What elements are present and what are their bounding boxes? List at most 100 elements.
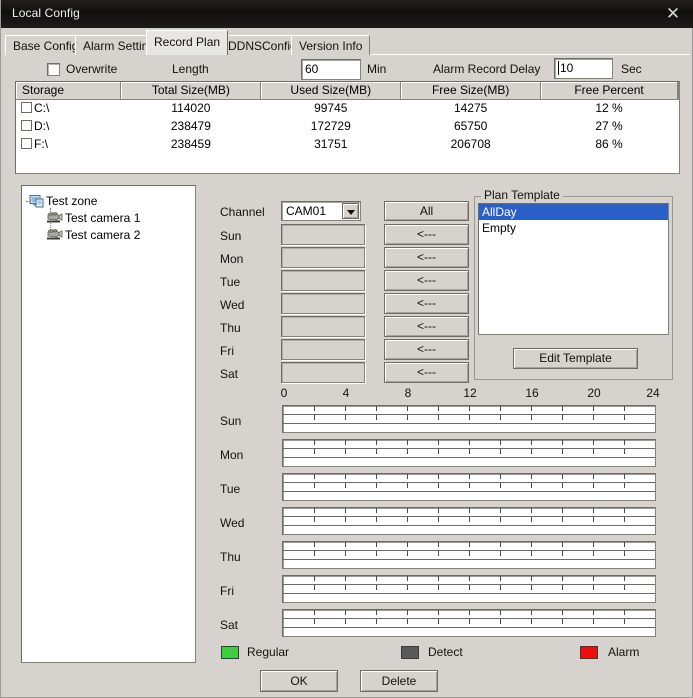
hour-label-12: 12 bbox=[463, 386, 477, 400]
timeline-day-label-sat: Sat bbox=[220, 618, 239, 632]
delete-button[interactable]: Delete bbox=[360, 670, 438, 692]
day-plan-field-fri[interactable] bbox=[281, 339, 365, 360]
length-label: Length bbox=[172, 62, 209, 76]
free-size-cell: 65750 bbox=[453, 119, 488, 133]
record-options-row: Overwrite Length 60 Min Alarm Record Del… bbox=[1, 58, 693, 82]
free-percent-cell: 86 % bbox=[595, 137, 623, 151]
hour-label-4: 4 bbox=[342, 386, 350, 400]
legend-label-regular: Regular bbox=[247, 645, 290, 659]
copy-button-thu[interactable]: <--- bbox=[384, 316, 469, 337]
drive-label: F:\ bbox=[34, 137, 48, 151]
timeline-day-label-thu: Thu bbox=[220, 550, 241, 564]
timeline-row-sun[interactable] bbox=[282, 405, 656, 433]
column-header-free-percent[interactable]: Free Percent bbox=[540, 82, 678, 100]
local-config-dialog: Local Config ✕ Base Config Alarm Setting… bbox=[0, 0, 693, 698]
all-button[interactable]: All bbox=[384, 201, 469, 221]
day-plan-field-thu[interactable] bbox=[281, 316, 365, 337]
storage-drive-cell[interactable]: C:\ bbox=[16, 99, 121, 117]
alarm-record-delay-input[interactable]: 10 bbox=[554, 58, 613, 79]
plan-template-group: Plan Template AllDay Empty Edit Template bbox=[474, 188, 673, 380]
copy-button-sat[interactable]: <--- bbox=[384, 362, 469, 383]
hour-label-16: 16 bbox=[525, 386, 539, 400]
tab-version-info[interactable]: Version Info bbox=[291, 35, 371, 55]
day-plan-field-sat[interactable] bbox=[281, 362, 365, 383]
column-header-total-size[interactable]: Total Size(MB) bbox=[120, 82, 262, 100]
list-item[interactable]: Empty bbox=[479, 220, 668, 236]
close-icon[interactable]: ✕ bbox=[660, 3, 686, 25]
tab-record-plan[interactable]: Record Plan bbox=[146, 30, 229, 55]
day-label-wed: Wed bbox=[220, 298, 245, 312]
day-label-thu: Thu bbox=[220, 321, 241, 335]
plan-template-list[interactable]: AllDay Empty bbox=[478, 203, 669, 335]
column-header-free-size[interactable]: Free Size(MB) bbox=[400, 82, 542, 100]
legend-swatch-detect bbox=[401, 646, 419, 659]
row-checkbox[interactable] bbox=[21, 102, 32, 114]
tab-strip: Base Config Alarm Setting Record Plan DD… bbox=[5, 30, 690, 56]
hour-label-24: 24 bbox=[646, 386, 660, 400]
legend-label-detect: Detect bbox=[428, 645, 463, 659]
chevron-down-icon[interactable] bbox=[342, 203, 359, 219]
dialog-footer: OK Delete bbox=[1, 666, 693, 698]
table-row[interactable]: D:\ 238479 172729 65750 27 % bbox=[16, 117, 679, 135]
alarm-delay-unit-label: Sec bbox=[621, 62, 642, 76]
list-item[interactable]: AllDay bbox=[479, 204, 668, 220]
ok-button[interactable]: OK bbox=[260, 670, 338, 692]
table-row[interactable]: F:\ 238459 31751 206708 86 % bbox=[16, 135, 679, 153]
timeline-row-mon[interactable] bbox=[282, 439, 656, 467]
group-frame-top-right bbox=[561, 196, 673, 197]
free-percent-cell: 12 % bbox=[595, 101, 623, 116]
hour-label-8: 8 bbox=[404, 386, 412, 400]
alarm-record-delay-label: Alarm Record Delay bbox=[433, 62, 541, 76]
timeline-day-label-fri: Fri bbox=[220, 584, 234, 598]
day-plan-field-wed[interactable] bbox=[281, 293, 365, 314]
storage-drive-cell[interactable]: D:\ bbox=[16, 117, 121, 135]
row-checkbox[interactable] bbox=[21, 120, 32, 131]
channel-select[interactable]: CAM01 bbox=[281, 201, 361, 221]
length-unit-label: Min bbox=[367, 62, 387, 76]
length-input[interactable]: 60 bbox=[301, 59, 361, 80]
used-size-cell: 172729 bbox=[310, 119, 351, 133]
used-size-cell: 99745 bbox=[314, 101, 348, 116]
free-percent-cell: 27 % bbox=[595, 119, 623, 133]
title-bar: Local Config ✕ bbox=[1, 0, 693, 28]
timeline-row-sat[interactable] bbox=[282, 609, 656, 637]
edit-template-button[interactable]: Edit Template bbox=[513, 348, 638, 369]
window-title: Local Config bbox=[12, 6, 80, 20]
column-header-storage[interactable]: Storage bbox=[16, 82, 122, 100]
day-label-fri: Fri bbox=[220, 344, 234, 358]
overwrite-checkbox[interactable] bbox=[47, 63, 60, 76]
timeline-row-wed[interactable] bbox=[282, 507, 656, 535]
column-header-spare[interactable] bbox=[677, 82, 679, 100]
storage-table-header: Storage Total Size(MB) Used Size(MB) Fre… bbox=[16, 82, 679, 100]
copy-button-fri[interactable]: <--- bbox=[384, 339, 469, 360]
day-plan-field-sun[interactable] bbox=[281, 224, 365, 245]
timeline-row-thu[interactable] bbox=[282, 541, 656, 569]
copy-button-sun[interactable]: <--- bbox=[384, 224, 469, 245]
table-row[interactable]: C:\ 114020 99745 14275 12 % bbox=[16, 99, 679, 117]
legend-label-alarm: Alarm bbox=[608, 645, 640, 659]
spare-cell bbox=[677, 99, 678, 117]
timeline-day-label-wed: Wed bbox=[220, 516, 245, 530]
copy-button-wed[interactable]: <--- bbox=[384, 293, 469, 314]
channel-select-value: CAM01 bbox=[286, 204, 327, 218]
storage-drive-cell[interactable]: F:\ bbox=[16, 135, 121, 153]
hour-label-20: 20 bbox=[587, 386, 601, 400]
row-checkbox[interactable] bbox=[21, 138, 32, 149]
day-plan-field-tue[interactable] bbox=[281, 270, 365, 291]
day-plan-field-mon[interactable] bbox=[281, 247, 365, 268]
drive-label: C:\ bbox=[34, 101, 50, 116]
day-label-sat: Sat bbox=[220, 367, 239, 381]
record-timeline: 0 4 8 12 16 20 24 Sun Mon Tue Wed Thu Fr… bbox=[1, 386, 693, 641]
copy-button-tue[interactable]: <--- bbox=[384, 270, 469, 291]
copy-button-mon[interactable]: <--- bbox=[384, 247, 469, 268]
timeline-row-fri[interactable] bbox=[282, 575, 656, 603]
spare-cell bbox=[677, 117, 678, 135]
total-size-cell: 238459 bbox=[170, 137, 211, 151]
column-header-used-size[interactable]: Used Size(MB) bbox=[260, 82, 402, 100]
plan-template-title: Plan Template bbox=[481, 188, 563, 202]
day-label-mon: Mon bbox=[220, 252, 244, 266]
day-label-sun: Sun bbox=[220, 229, 242, 243]
timeline-day-label-mon: Mon bbox=[220, 448, 244, 462]
free-size-cell: 14275 bbox=[453, 101, 488, 116]
timeline-row-tue[interactable] bbox=[282, 473, 656, 501]
